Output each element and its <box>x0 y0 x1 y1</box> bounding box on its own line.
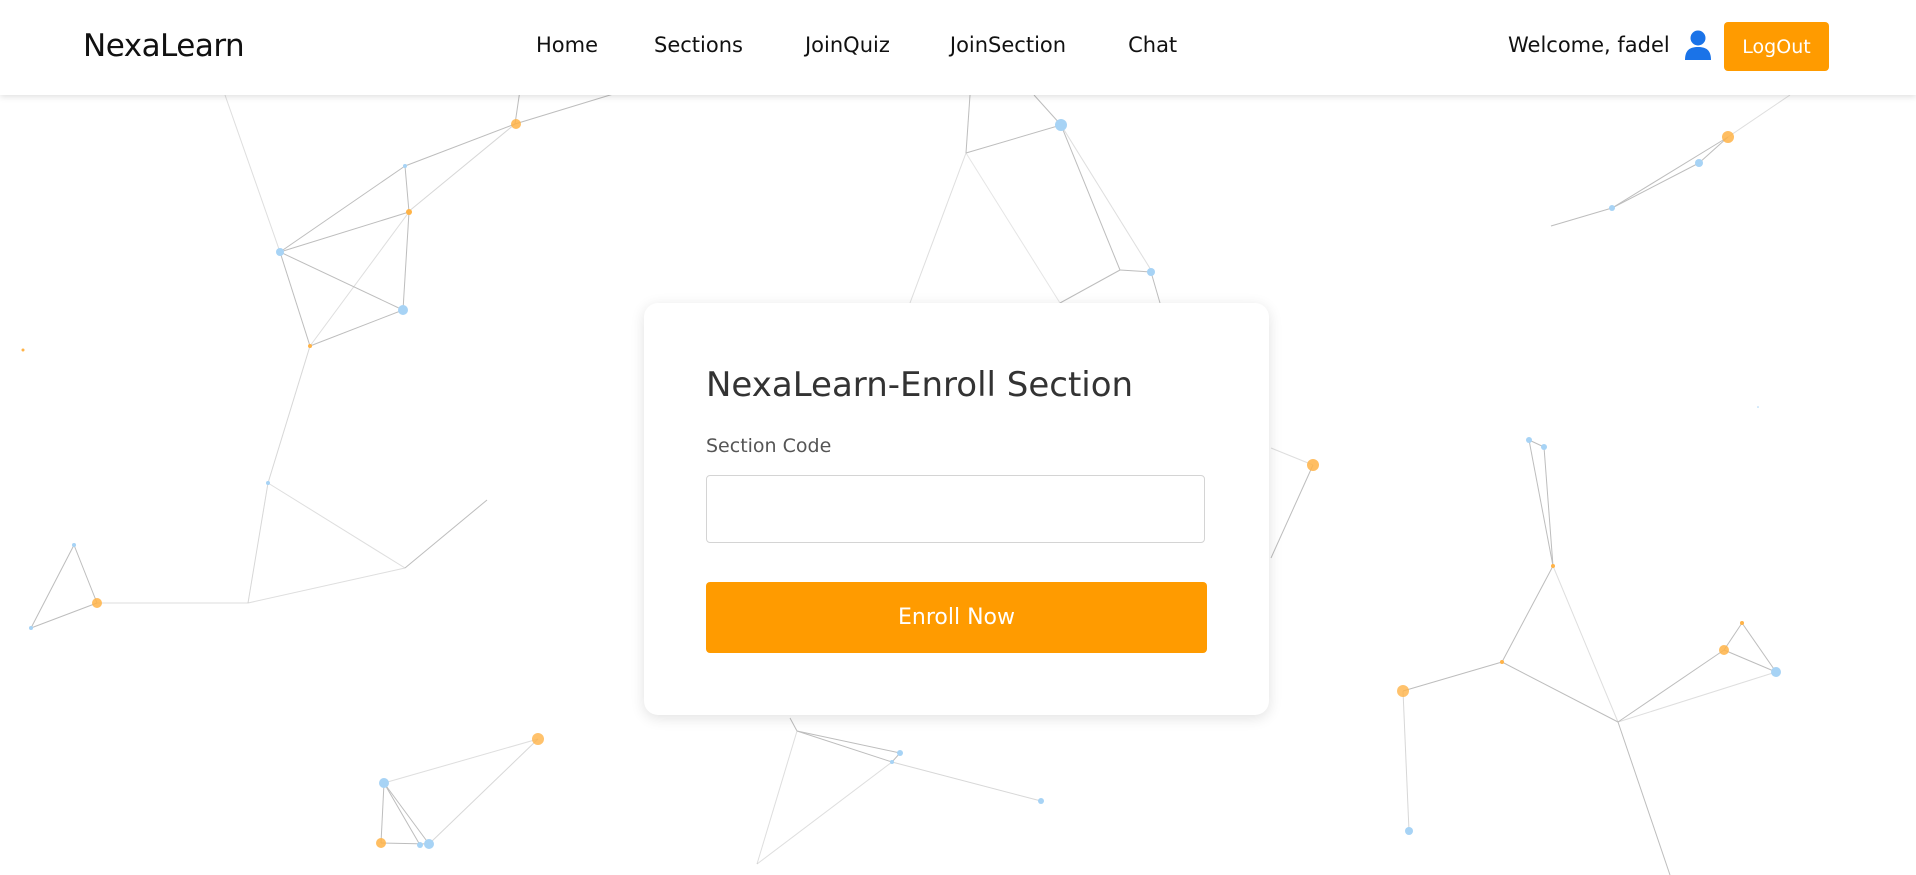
nav-links: Home Sections JoinQuiz JoinSection Chat <box>536 33 1215 57</box>
top-navbar: NexaLearn Home Sections JoinQuiz JoinSec… <box>0 0 1916 95</box>
card-title: NexaLearn-Enroll Section <box>706 365 1134 405</box>
welcome-text: Welcome, fadel <box>1508 33 1670 57</box>
nav-link-home[interactable]: Home <box>536 33 598 57</box>
nav-link-chat[interactable]: Chat <box>1128 33 1177 57</box>
user-icon[interactable] <box>1684 30 1712 60</box>
section-code-input[interactable] <box>706 475 1205 543</box>
logout-button[interactable]: LogOut <box>1724 22 1829 71</box>
enroll-now-button[interactable]: Enroll Now <box>706 582 1207 653</box>
nav-link-sections[interactable]: Sections <box>654 33 743 57</box>
section-code-label: Section Code <box>706 435 832 457</box>
enroll-card: NexaLearn-Enroll Section Section Code En… <box>644 303 1269 715</box>
brand-logo[interactable]: NexaLearn <box>83 28 245 64</box>
nav-link-joinquiz[interactable]: JoinQuiz <box>805 33 890 57</box>
nav-link-joinsection[interactable]: JoinSection <box>950 33 1066 57</box>
